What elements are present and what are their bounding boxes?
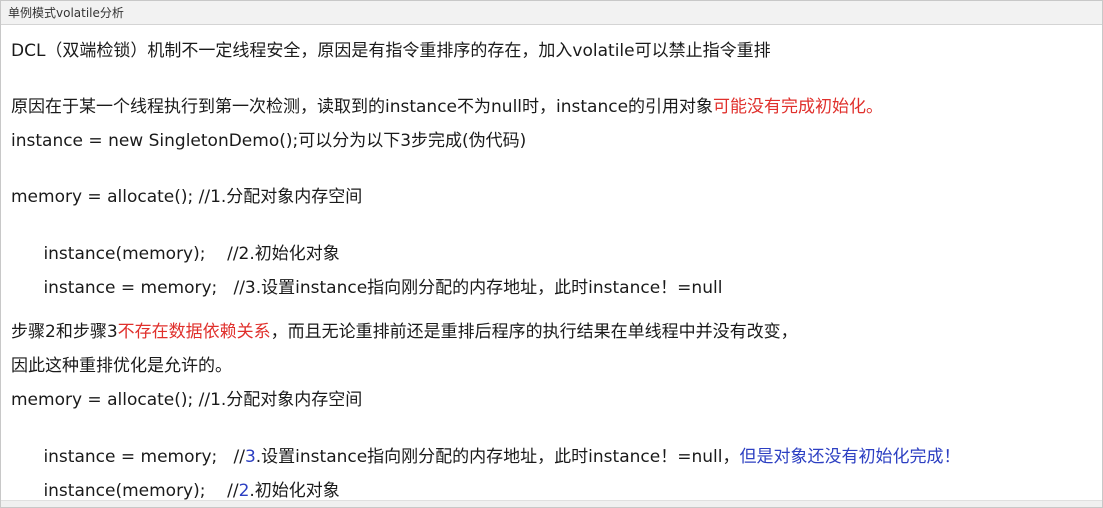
document-content: DCL（双端检锁）机制不一定线程安全，原因是有指令重排序的存在，加入volati… bbox=[1, 25, 1102, 501]
step-dependency-suffix: ，而且无论重排前还是重排后程序的执行结果在单线程中并没有改变， bbox=[270, 322, 798, 342]
dcl-statement-text: DCL（双端检锁）机制不一定线程安全，原因是有指令重排序的存在，加入volati… bbox=[11, 41, 771, 61]
code-assign-text: instance = memory; //3.设置instance指向刚分配的内… bbox=[43, 278, 723, 298]
reordered-allocate-line: memory = allocate(); //1.分配对象内存空间 bbox=[11, 389, 362, 411]
code-allocate-text: memory = allocate(); //1.分配对象内存空间 bbox=[11, 187, 363, 207]
reordered-init-step-number: 2 bbox=[238, 481, 250, 501]
document-window: 单例模式volatile分析 DCL（双端检锁）机制不一定线程安全，原因是有指令… bbox=[0, 0, 1103, 508]
code-line-assign: instance = memory; //3.设置instance指向刚分配的内… bbox=[11, 255, 722, 321]
step-dependency-highlight: 不存在数据依赖关系 bbox=[117, 322, 271, 342]
reordered-init-line: instance(memory); //2.初始化对象 bbox=[11, 458, 340, 501]
step-dependency-prefix: 步骤2和步骤3 bbox=[11, 322, 118, 342]
reordered-init-prefix: instance(memory); // bbox=[43, 481, 239, 501]
reordered-assign-warning: 但是对象还没有初始化完成！ bbox=[739, 447, 961, 467]
code-line-allocate: memory = allocate(); //1.分配对象内存空间 bbox=[11, 186, 362, 208]
pseudo-code-intro-text: instance = new SingletonDemo();可以分为以下3步完… bbox=[11, 131, 527, 151]
reason-highlight: 可能没有完成初始化。 bbox=[713, 97, 884, 117]
title-bar: 单例模式volatile分析 bbox=[1, 1, 1102, 25]
window-title: 单例模式volatile分析 bbox=[8, 6, 124, 20]
reorder-allowed-text: 因此这种重排优化是允许的。 bbox=[11, 356, 232, 376]
step-dependency-line: 步骤2和步骤3不存在数据依赖关系，而且无论重排前还是重排后程序的执行结果在单线程… bbox=[11, 321, 798, 343]
bottom-scroll-area bbox=[1, 500, 1102, 507]
reason-text: 原因在于某一个线程执行到第一次检测，读取到的instance不为null时，in… bbox=[11, 97, 714, 117]
dcl-statement: DCL（双端检锁）机制不一定线程安全，原因是有指令重排序的存在，加入volati… bbox=[11, 40, 771, 62]
pseudo-code-intro: instance = new SingletonDemo();可以分为以下3步完… bbox=[11, 130, 526, 152]
reason-line: 原因在于某一个线程执行到第一次检测，读取到的instance不为null时，in… bbox=[11, 96, 883, 118]
reordered-allocate-text: memory = allocate(); //1.分配对象内存空间 bbox=[11, 390, 363, 410]
reorder-allowed-line: 因此这种重排优化是允许的。 bbox=[11, 355, 232, 377]
reordered-init-comment: .初始化对象 bbox=[249, 481, 340, 501]
